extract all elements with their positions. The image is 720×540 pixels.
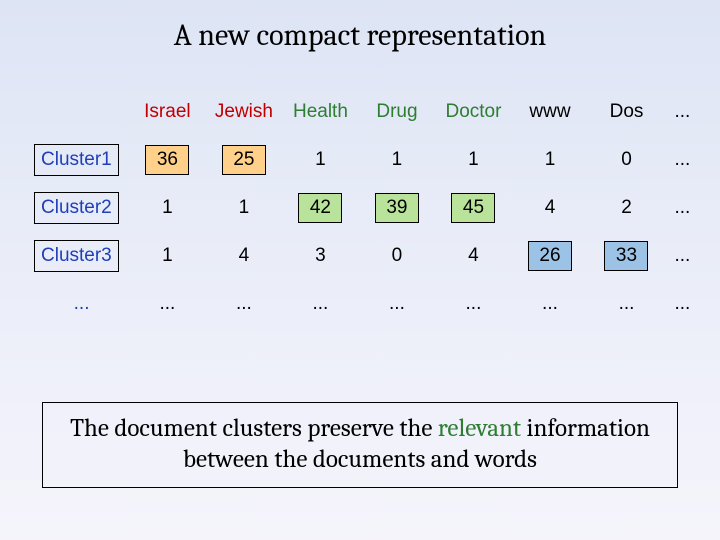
table-row: Cluster2 11 42 39 45 42... (34, 184, 700, 232)
cell: ... (665, 280, 700, 328)
highlight-cell: 42 (298, 193, 342, 223)
cell: ... (665, 136, 700, 184)
cell: 1 (129, 184, 206, 232)
cell: 4 (206, 232, 283, 280)
slide-title: A new compact representation (0, 0, 720, 53)
highlight-cell: 25 (222, 145, 266, 175)
table-body: Cluster1362511110...Cluster21142394542..… (34, 136, 700, 328)
cell: ... (129, 280, 206, 328)
row-label: Cluster1 (34, 144, 119, 176)
col-header: ... (665, 88, 700, 136)
cell: 36 (129, 136, 206, 184)
cell: ... (512, 280, 589, 328)
row-label: Cluster2 (34, 192, 119, 224)
row-label-cell: Cluster3 (34, 232, 129, 280)
row-label: Cluster3 (34, 240, 119, 272)
cell: ... (359, 280, 436, 328)
row-label-cell: Cluster2 (34, 184, 129, 232)
table-row: ........................... (34, 280, 700, 328)
cluster-table: IsraelJewishHealthDrugDoctorwwwDos... Cl… (34, 88, 700, 328)
cell: ... (435, 280, 512, 328)
cell: ... (588, 280, 665, 328)
cell: 1 (512, 136, 589, 184)
cell: 0 (359, 232, 436, 280)
cell: 4 (512, 184, 589, 232)
row-label-cell: Cluster1 (34, 136, 129, 184)
col-header: Dos (588, 88, 665, 136)
col-header: Health (282, 88, 359, 136)
cell: ... (665, 184, 700, 232)
cell: 3 (282, 232, 359, 280)
cell: 1 (359, 136, 436, 184)
col-header: Doctor (435, 88, 512, 136)
cell: 1 (282, 136, 359, 184)
cell: 25 (206, 136, 283, 184)
cell: 42 (282, 184, 359, 232)
highlight-cell: 39 (375, 193, 419, 223)
table-row: Cluster3143042633... (34, 232, 700, 280)
highlight-cell: 26 (528, 241, 572, 271)
highlight-cell: 33 (604, 241, 648, 271)
cell: 2 (588, 184, 665, 232)
cell: 39 (359, 184, 436, 232)
caption-text-pre: The document clusters preserve the (70, 414, 438, 443)
cell: ... (282, 280, 359, 328)
col-header: Drug (359, 88, 436, 136)
cell: 45 (435, 184, 512, 232)
cell: 1 (435, 136, 512, 184)
row-label-cell: ... (34, 280, 129, 328)
cell: 33 (588, 232, 665, 280)
cluster-table-wrap: IsraelJewishHealthDrugDoctorwwwDos... Cl… (34, 88, 700, 328)
table-row: Cluster1362511110... (34, 136, 700, 184)
cell: 26 (512, 232, 589, 280)
caption-keyword: relevant (438, 414, 521, 443)
col-header-blank (34, 88, 129, 136)
cell: ... (206, 280, 283, 328)
caption-box: The document clusters preserve the relev… (42, 402, 678, 489)
col-header: Israel (129, 88, 206, 136)
cell: ... (665, 232, 700, 280)
table-head: IsraelJewishHealthDrugDoctorwwwDos... (34, 88, 700, 136)
cell: 1 (206, 184, 283, 232)
col-header: www (512, 88, 589, 136)
cell: 0 (588, 136, 665, 184)
highlight-cell: 45 (451, 193, 495, 223)
col-header: Jewish (206, 88, 283, 136)
highlight-cell: 36 (145, 145, 189, 175)
cell: 1 (129, 232, 206, 280)
cell: 4 (435, 232, 512, 280)
